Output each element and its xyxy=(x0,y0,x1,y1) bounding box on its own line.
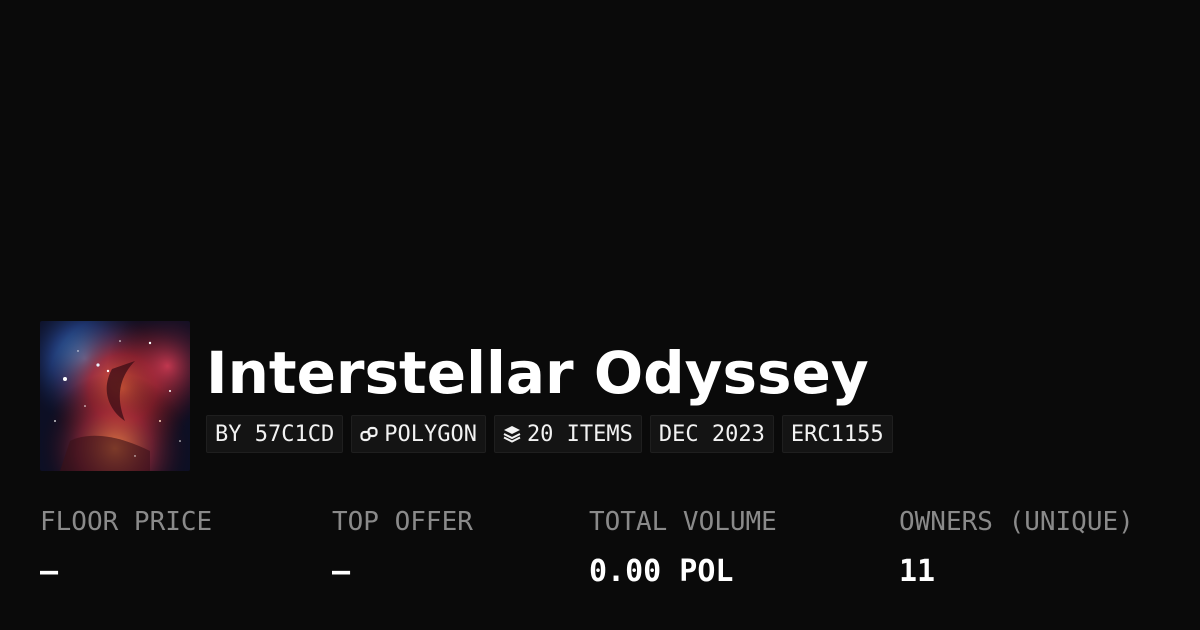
collection-avatar[interactable] xyxy=(40,321,190,471)
total-volume-stat: TOTAL VOLUME 0.00 POL xyxy=(589,505,777,589)
owners-label: OWNERS (UNIQUE) xyxy=(899,507,1134,537)
link-icon xyxy=(360,425,378,443)
total-volume-label: TOTAL VOLUME xyxy=(589,507,777,537)
collection-stats: FLOOR PRICE — TOP OFFER — TOTAL VOLUME 0… xyxy=(40,505,1170,605)
nebula-image xyxy=(40,321,190,471)
date-chip: DEC 2023 xyxy=(649,415,774,453)
standard-chip: ERC1155 xyxy=(781,415,893,453)
creator-chip[interactable]: BY 57C1CD xyxy=(206,415,344,453)
floor-price-stat: FLOOR PRICE — xyxy=(40,505,212,589)
items-chip[interactable]: 20 ITEMS xyxy=(493,415,642,453)
standard-chip-label: ERC1155 xyxy=(790,421,884,447)
top-offer-stat: TOP OFFER — xyxy=(332,505,473,589)
floor-price-label: FLOOR PRICE xyxy=(40,507,213,537)
date-chip-label: DEC 2023 xyxy=(658,421,765,447)
total-volume-value: 0.00 POL xyxy=(589,554,734,589)
collection-card: Interstellar Odyssey BY 57C1CD POLYGON 2… xyxy=(0,0,1200,630)
collection-header: Interstellar Odyssey BY 57C1CD POLYGON 2… xyxy=(40,321,893,471)
layers-icon xyxy=(503,425,521,443)
chain-chip[interactable]: POLYGON xyxy=(351,415,486,453)
floor-price-value: — xyxy=(40,554,59,589)
chain-chip-label: POLYGON xyxy=(384,421,477,447)
collection-meta-chips: BY 57C1CD POLYGON 20 ITEMS DEC 2023 ERC1… xyxy=(206,415,893,453)
owners-value: 11 xyxy=(899,554,936,589)
top-offer-label: TOP OFFER xyxy=(332,507,473,537)
creator-chip-label: BY 57C1CD xyxy=(215,421,335,447)
collection-info: Interstellar Odyssey BY 57C1CD POLYGON 2… xyxy=(206,321,893,453)
collection-title: Interstellar Odyssey xyxy=(206,339,869,407)
items-chip-label: 20 ITEMS xyxy=(526,421,633,447)
owners-stat: OWNERS (UNIQUE) 11 xyxy=(899,505,1134,589)
top-offer-value: — xyxy=(332,554,351,589)
